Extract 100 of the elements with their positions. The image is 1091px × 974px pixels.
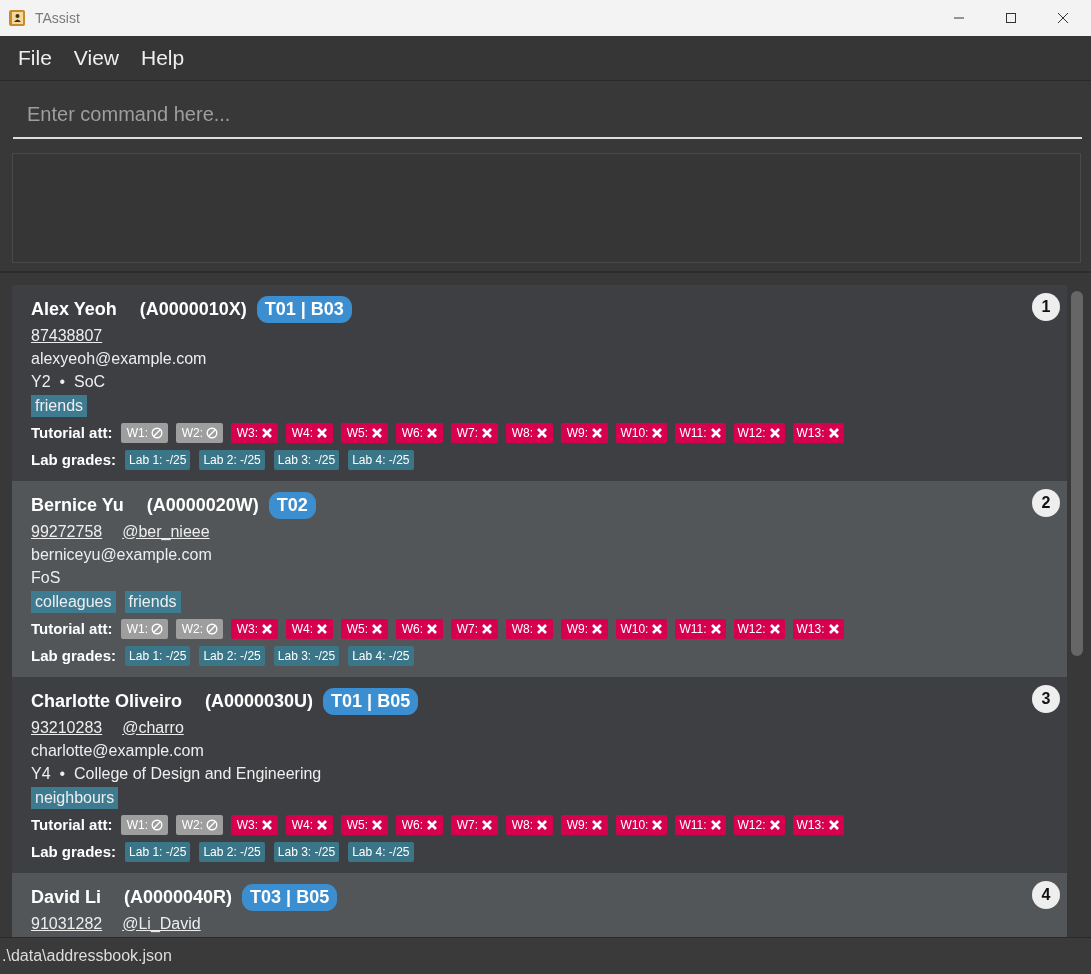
- cross-icon: [768, 622, 781, 635]
- details-text: Y4 • College of Design and Engineering: [31, 764, 322, 783]
- cross-icon: [536, 818, 549, 831]
- attendance-chip: W10:: [616, 814, 668, 835]
- menu-item[interactable]: Help: [141, 46, 185, 70]
- no-entry-icon: [206, 622, 219, 635]
- attendance-chip: W6:: [396, 618, 444, 639]
- attendance-chip: W7:: [451, 814, 499, 835]
- attendance-chip: W8:: [506, 814, 554, 835]
- attendance-chip: W2:: [176, 814, 224, 835]
- attendance-chip: W9:: [561, 618, 609, 639]
- attendance-chip: W9:: [561, 422, 609, 443]
- details-text: Y2 • SoC: [31, 372, 106, 391]
- student-id: (A0000020W): [146, 494, 259, 516]
- email-text: charlotte@example.com: [31, 741, 204, 760]
- cross-icon: [591, 622, 604, 635]
- cross-icon: [827, 426, 840, 439]
- lab-grades-label: Lab grades:: [31, 843, 117, 860]
- attendance-chip: W12:: [733, 618, 785, 639]
- attendance-chip: W11:: [675, 618, 726, 639]
- person-name: Charlotte Oliveiro: [31, 690, 183, 712]
- lab-grade-chip: Lab 3: -/25: [273, 645, 340, 666]
- details-text: FoS: [31, 568, 61, 587]
- attendance-chip: W2:: [176, 618, 224, 639]
- attendance-chip: W5:: [341, 422, 389, 443]
- student-id: (A0000040R): [124, 886, 233, 908]
- app-icon: [8, 9, 26, 27]
- telegram-link[interactable]: @Li_David: [122, 914, 201, 933]
- cross-icon: [827, 622, 840, 635]
- attendance-label: Tutorial att:: [31, 816, 113, 833]
- email-text: alexyeoh@example.com: [31, 349, 207, 368]
- index-badge: 3: [1032, 685, 1060, 713]
- no-entry-icon: [151, 426, 164, 439]
- command-field[interactable]: Enter command here...: [13, 91, 1082, 139]
- phone-link[interactable]: 99272758: [31, 522, 103, 541]
- cross-icon: [316, 622, 329, 635]
- phone-link[interactable]: 91031282: [31, 914, 103, 933]
- group-badge: T01 | B03: [256, 295, 352, 323]
- group-badge: T02: [268, 491, 316, 519]
- attendance-chip: W7:: [451, 422, 499, 443]
- cross-icon: [768, 426, 781, 439]
- group-badge: T03 | B05: [242, 883, 338, 911]
- telegram-link[interactable]: @charro: [122, 718, 184, 737]
- attendance-chip: W3:: [231, 422, 279, 443]
- attendance-chip: W1:: [121, 422, 169, 443]
- person-card[interactable]: [12, 481, 1067, 677]
- person-card[interactable]: [12, 285, 1067, 481]
- phone-link[interactable]: 93210283: [31, 718, 103, 737]
- attendance-chip: W6:: [396, 814, 444, 835]
- attendance-chip: W13:: [792, 618, 844, 639]
- cross-icon: [261, 622, 274, 635]
- tag: friends: [124, 591, 181, 613]
- cross-icon: [481, 426, 494, 439]
- person-name: Bernice Yu: [31, 494, 124, 516]
- index-badge: 1: [1032, 293, 1060, 321]
- lab-grade-chip: Lab 2: -/25: [199, 449, 265, 470]
- menu-item[interactable]: File: [18, 46, 52, 70]
- cross-icon: [426, 622, 439, 635]
- lab-grade-chip: Lab 3: -/25: [273, 449, 340, 470]
- attendance-chip: W13:: [792, 814, 844, 835]
- cross-icon: [261, 426, 274, 439]
- attendance-chip: W3:: [231, 814, 279, 835]
- index-badge: 4: [1032, 881, 1060, 909]
- attendance-chip: W10:: [616, 618, 668, 639]
- close-icon[interactable]: [1057, 12, 1069, 24]
- attendance-chip: W12:: [733, 422, 785, 443]
- no-entry-icon: [151, 818, 164, 831]
- scrollbar-thumb[interactable]: [1071, 291, 1083, 656]
- attendance-chip: W4:: [286, 422, 334, 443]
- tag: neighbours: [31, 787, 119, 809]
- cross-icon: [426, 426, 439, 439]
- cross-icon: [591, 426, 604, 439]
- cross-icon: [651, 622, 664, 635]
- cross-icon: [709, 622, 722, 635]
- attendance-chip: W9:: [561, 814, 609, 835]
- lab-grade-chip: Lab 2: -/25: [199, 645, 265, 666]
- lab-grades-label: Lab grades:: [31, 647, 117, 664]
- menu-item[interactable]: View: [73, 46, 119, 70]
- attendance-chip: W4:: [286, 618, 334, 639]
- cross-icon: [709, 426, 722, 439]
- attendance-chip: W8:: [506, 422, 554, 443]
- cross-icon: [371, 622, 384, 635]
- attendance-chip: W12:: [733, 814, 785, 835]
- attendance-chip: W4:: [286, 814, 334, 835]
- attendance-chip: W7:: [451, 618, 499, 639]
- telegram-link[interactable]: @ber_nieee: [122, 522, 210, 541]
- cross-icon: [426, 818, 439, 831]
- person-card[interactable]: David Li (A0000040R) T03 | B05 4 91031282 @Li_David: [12, 873, 1067, 937]
- phone-link[interactable]: 87438807: [31, 326, 103, 345]
- person-card[interactable]: [12, 677, 1067, 873]
- attendance-chip: W5:: [341, 618, 389, 639]
- attendance-chip: W13:: [792, 422, 844, 443]
- cross-icon: [481, 622, 494, 635]
- index-badge: 2: [1032, 489, 1060, 517]
- person-name: David Li: [31, 886, 101, 908]
- lab-grade-chip: Lab 2: -/25: [199, 841, 265, 862]
- cross-icon: [536, 426, 549, 439]
- tag: friends: [31, 395, 88, 417]
- email-text: berniceyu@example.com: [31, 545, 212, 564]
- maximize-icon[interactable]: [1005, 12, 1017, 24]
